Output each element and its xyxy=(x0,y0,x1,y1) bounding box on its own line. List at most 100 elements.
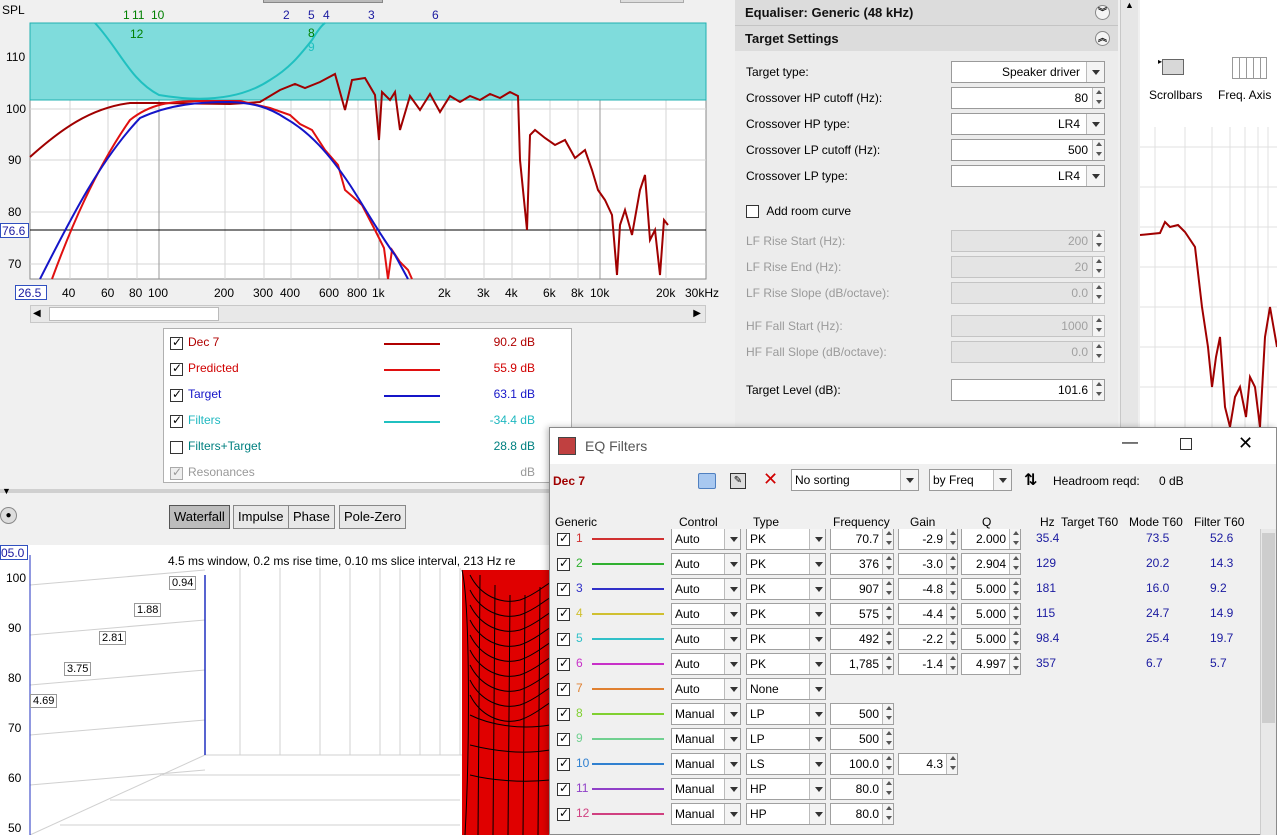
filter-type-select[interactable]: PK xyxy=(746,553,826,575)
spinner-icon[interactable] xyxy=(946,604,957,624)
legend-item-target[interactable]: Target 63.1 dB xyxy=(170,383,565,407)
filter-gain-input[interactable]: -3.0 xyxy=(898,553,958,575)
spinner-icon[interactable] xyxy=(882,579,893,599)
dropdown-arrow-icon[interactable] xyxy=(809,779,825,799)
filter-enabled-checkbox[interactable] xyxy=(557,756,570,772)
legend-checkbox[interactable] xyxy=(170,413,183,429)
folder-icon[interactable] xyxy=(698,473,716,489)
tab-phase[interactable]: Phase xyxy=(288,505,335,529)
spinner-icon[interactable] xyxy=(946,554,957,574)
filter-enabled-checkbox[interactable] xyxy=(557,556,570,572)
filter-type-select[interactable]: LP xyxy=(746,728,826,750)
minimize-icon[interactable]: — xyxy=(1122,434,1138,452)
spinner-icon[interactable] xyxy=(1092,316,1104,336)
eq-titlebar[interactable]: EQ Filters — ✕ xyxy=(550,428,1276,464)
filter-control-select[interactable]: Manual xyxy=(671,753,741,775)
filter-q-input[interactable]: 5.000 xyxy=(961,603,1021,625)
legend-item-resonances[interactable]: Resonances dB xyxy=(170,461,565,485)
spinner-icon[interactable] xyxy=(1009,604,1020,624)
legend-checkbox[interactable] xyxy=(170,441,183,455)
right-partial-graph[interactable] xyxy=(1140,127,1277,430)
spinner-icon[interactable] xyxy=(1009,629,1020,649)
filter-enabled-checkbox[interactable] xyxy=(557,706,570,722)
filter-frequency-input[interactable]: 1,785 xyxy=(830,653,894,675)
hp-cutoff-input[interactable]: 80 xyxy=(951,87,1105,109)
spinner-icon[interactable] xyxy=(882,729,893,749)
filter-q-input[interactable]: 2.904 xyxy=(961,553,1021,575)
legend-checkbox[interactable] xyxy=(170,335,183,351)
dropdown-arrow-icon[interactable] xyxy=(809,529,825,549)
equaliser-header[interactable]: Equaliser: Generic (48 kHz) ︾ xyxy=(735,0,1118,26)
dropdown-arrow-icon[interactable] xyxy=(809,579,825,599)
legend-item-filters-target[interactable]: Filters+Target 28.8 dB xyxy=(170,435,565,459)
filter-control-select[interactable]: Manual xyxy=(671,778,741,800)
filter-type-select[interactable]: PK xyxy=(746,628,826,650)
dropdown-arrow-icon[interactable] xyxy=(1086,114,1104,134)
filter-type-select[interactable]: LS xyxy=(746,753,826,775)
spinner-icon[interactable] xyxy=(1009,579,1020,599)
lp-type-select[interactable]: LR4 xyxy=(951,165,1105,187)
spinner-icon[interactable] xyxy=(946,629,957,649)
room-curve-checkbox[interactable] xyxy=(746,205,759,219)
dropdown-arrow-icon[interactable] xyxy=(724,704,740,724)
freq-axis-label[interactable]: Freq. Axis xyxy=(1218,88,1271,102)
spinner-icon[interactable] xyxy=(1092,257,1104,277)
collapse-arrow-icon[interactable]: ▼ xyxy=(2,486,11,496)
filter-control-select[interactable]: Auto xyxy=(671,628,741,650)
spinner-icon[interactable] xyxy=(882,704,893,724)
dropdown-arrow-icon[interactable] xyxy=(900,470,918,490)
filter-control-select[interactable]: Manual xyxy=(671,803,741,825)
dropdown-arrow-icon[interactable] xyxy=(724,529,740,549)
spinner-icon[interactable] xyxy=(1009,654,1020,674)
filter-enabled-checkbox[interactable] xyxy=(557,781,570,797)
filters-scrollbar[interactable] xyxy=(1260,529,1276,835)
spinner-icon[interactable] xyxy=(1092,231,1104,251)
filter-frequency-input[interactable]: 492 xyxy=(830,628,894,650)
spinner-icon[interactable] xyxy=(1092,342,1104,362)
filter-type-select[interactable]: HP xyxy=(746,778,826,800)
filter-type-select[interactable]: LP xyxy=(746,703,826,725)
filter-frequency-input[interactable]: 80.0 xyxy=(830,803,894,825)
filter-enabled-checkbox[interactable] xyxy=(557,656,570,672)
scroll-up-arrow[interactable]: ▲ xyxy=(1125,0,1134,10)
filter-enabled-checkbox[interactable] xyxy=(557,531,570,547)
dropdown-arrow-icon[interactable] xyxy=(724,779,740,799)
scrollbars-label[interactable]: Scrollbars xyxy=(1149,88,1202,102)
filter-q-input[interactable]: 4.997 xyxy=(961,653,1021,675)
spinner-icon[interactable] xyxy=(946,579,957,599)
spinner-icon[interactable] xyxy=(882,804,893,824)
dropdown-arrow-icon[interactable] xyxy=(809,804,825,824)
dropdown-arrow-icon[interactable] xyxy=(1086,62,1104,82)
spinner-icon[interactable] xyxy=(882,529,893,549)
filter-q-input[interactable]: 5.000 xyxy=(961,628,1021,650)
dropdown-arrow-icon[interactable] xyxy=(809,629,825,649)
lf-rise-start-input[interactable]: 200 xyxy=(951,230,1105,252)
sort-direction-icon[interactable]: ⇅ xyxy=(1024,470,1037,490)
legend-item-predicted[interactable]: Predicted 55.9 dB xyxy=(170,357,565,381)
delete-icon[interactable]: ✕ xyxy=(763,469,778,490)
hf-fall-start-input[interactable]: 1000 xyxy=(951,315,1105,337)
spinner-icon[interactable] xyxy=(1092,283,1104,303)
horizontal-scrollbar[interactable]: ◀ ▶ xyxy=(30,305,706,323)
filter-frequency-input[interactable]: 500 xyxy=(830,703,894,725)
dropdown-arrow-icon[interactable] xyxy=(724,579,740,599)
maximize-icon[interactable] xyxy=(1180,438,1192,450)
legend-item-filters[interactable]: Filters -34.4 dB xyxy=(170,409,565,433)
spinner-icon[interactable] xyxy=(946,529,957,549)
sorting-select[interactable]: No sorting xyxy=(791,469,919,491)
spinner-icon[interactable] xyxy=(882,779,893,799)
filter-gain-input[interactable]: -4.8 xyxy=(898,578,958,600)
tab-waterfall[interactable]: Waterfall xyxy=(169,505,230,529)
filter-type-select[interactable]: PK xyxy=(746,653,826,675)
filter-type-select[interactable]: PK xyxy=(746,603,826,625)
waterfall-plot[interactable] xyxy=(0,545,550,835)
dropdown-arrow-icon[interactable] xyxy=(724,629,740,649)
filter-control-select[interactable]: Manual xyxy=(671,703,741,725)
filter-frequency-input[interactable]: 70.7 xyxy=(830,529,894,550)
scroll-right-arrow[interactable]: ▶ xyxy=(693,308,701,319)
dropdown-arrow-icon[interactable] xyxy=(724,604,740,624)
hp-type-select[interactable]: LR4 xyxy=(951,113,1105,135)
spinner-icon[interactable] xyxy=(1009,554,1020,574)
tab-impulse[interactable]: Impulse xyxy=(233,505,289,529)
filter-type-select[interactable]: PK xyxy=(746,529,826,550)
